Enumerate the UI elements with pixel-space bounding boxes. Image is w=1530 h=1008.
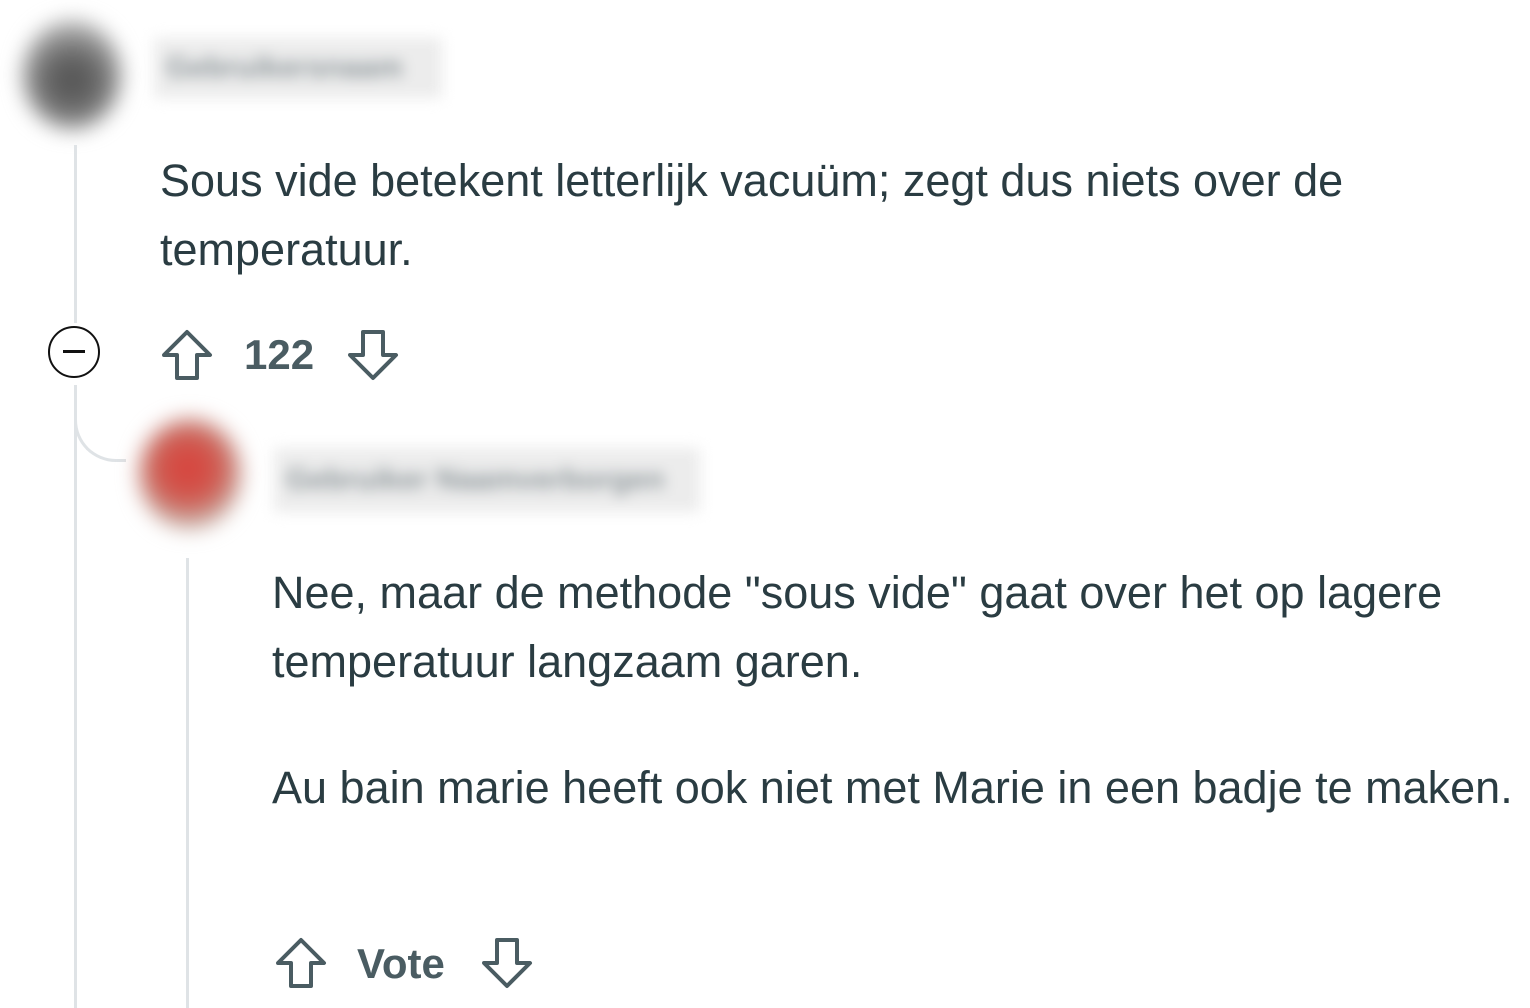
comment-paragraph: Au bain marie heeft ook niet met Marie i… [272, 762, 1513, 813]
downvote-button[interactable] [480, 936, 534, 990]
thread-branch-connector [74, 400, 126, 462]
vote-score: 122 [244, 331, 315, 378]
upvote-button[interactable] [160, 328, 214, 382]
thread-line[interactable] [74, 145, 77, 323]
comment-author[interactable]: Gebruikersnaam [154, 38, 442, 98]
collapse-thread-button[interactable] [48, 326, 100, 378]
downvote-button[interactable] [346, 328, 400, 382]
arrow-up-icon [276, 938, 326, 988]
comment-body: Sous vide betekent letterlijk vacuüm; ze… [160, 155, 1344, 275]
thread-line[interactable] [74, 385, 77, 1008]
avatar[interactable] [138, 418, 242, 530]
comment-body: Nee, maar de methode "sous vide" gaat ov… [272, 558, 1522, 879]
upvote-button[interactable] [274, 936, 328, 990]
comment-author[interactable]: Gebruiker Naamverborgen [274, 448, 700, 512]
arrow-down-icon [482, 938, 532, 988]
vote-label: Vote [357, 940, 445, 987]
arrow-down-icon [348, 330, 398, 380]
arrow-up-icon [162, 330, 212, 380]
thread-line[interactable] [186, 558, 189, 1008]
avatar[interactable] [22, 20, 122, 130]
comment-paragraph: Nee, maar de methode "sous vide" gaat ov… [272, 567, 1443, 687]
